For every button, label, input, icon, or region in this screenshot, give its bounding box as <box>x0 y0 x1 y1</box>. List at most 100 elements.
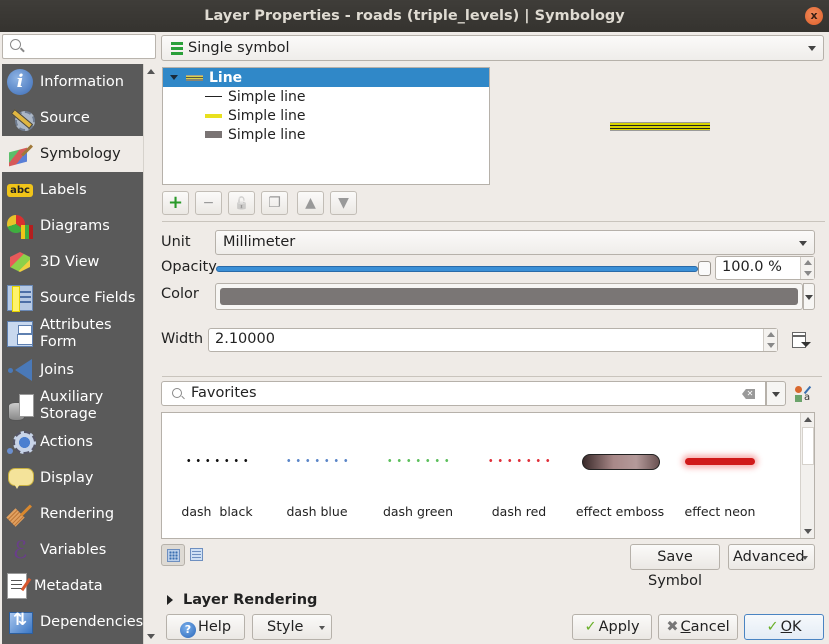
sidebar-item-symbology[interactable]: Symbology <box>2 136 143 172</box>
grid-icon <box>167 549 180 562</box>
duplicate-layer-button[interactable]: ❐ <box>261 191 288 215</box>
symbol-layer-label: Simple line <box>228 107 306 124</box>
sidebar: i Information Source Symbology abc Label… <box>0 32 160 644</box>
dash-line-preview <box>184 459 250 462</box>
rendering-icon <box>7 501 33 527</box>
sidebar-item-joins[interactable]: Joins <box>2 352 143 388</box>
save-symbol-button[interactable]: Save Symbol <box>630 544 720 589</box>
clear-icon[interactable]: ✕ <box>742 389 755 399</box>
symbol-layer-item[interactable]: Simple line <box>163 87 489 106</box>
icon-view-button[interactable] <box>161 544 185 566</box>
gallery-scrollbar[interactable] <box>800 413 814 538</box>
symbol-gallery: dash black dash blue dash green dash red… <box>161 412 815 539</box>
sidebar-item-information[interactable]: i Information <box>2 64 143 100</box>
help-button[interactable]: ? Help <box>166 614 245 640</box>
sidebar-item-label: Joins <box>40 362 74 378</box>
list-view-button[interactable] <box>185 544 209 566</box>
layer-rendering-toggle[interactable]: Layer Rendering <box>167 592 317 608</box>
symbol-group-dropdown[interactable] <box>766 381 786 406</box>
sidebar-item-rendering[interactable]: Rendering <box>2 496 143 532</box>
sidebar-search-input[interactable] <box>2 34 156 59</box>
symbol-tree-root[interactable]: Line <box>163 68 489 87</box>
opacity-spinbox[interactable]: 100.0 % <box>715 256 815 280</box>
expand-arrow-icon[interactable] <box>170 75 178 80</box>
symbol-item-dash-red[interactable]: dash red <box>474 421 564 531</box>
apply-button[interactable]: ✓ Apply <box>572 614 652 640</box>
sidebar-item-metadata[interactable]: Metadata <box>2 568 143 604</box>
symbol-thumbnail <box>172 421 262 501</box>
symbol-layer-label: Simple line <box>228 126 306 143</box>
help-icon: ? <box>179 622 196 638</box>
advanced-button[interactable]: Advanced <box>728 544 815 570</box>
style-button[interactable]: Style <box>252 614 332 640</box>
opacity-slider[interactable] <box>216 266 698 272</box>
scroll-down-icon[interactable] <box>147 634 155 639</box>
symbol-item-dash-blue[interactable]: dash blue <box>272 421 362 531</box>
symbol-item-effect-neon[interactable]: effect neon <box>675 421 765 531</box>
expand-arrow-icon <box>167 595 173 605</box>
sidebar-scrollbar[interactable] <box>143 64 157 644</box>
sidebar-item-variables[interactable]: ℰ Variables <box>2 532 143 568</box>
sidebar-item-3d-view[interactable]: 3D View <box>2 244 143 280</box>
sidebar-item-actions[interactable]: Actions <box>2 424 143 460</box>
remove-symbol-layer-button[interactable]: − <box>195 191 222 215</box>
close-button[interactable]: x <box>805 7 823 25</box>
spin-arrows-icon[interactable] <box>763 329 777 351</box>
sidebar-item-source[interactable]: Source <box>2 100 143 136</box>
3d-view-icon <box>7 249 33 275</box>
data-defined-override-icon[interactable] <box>788 330 812 350</box>
minus-icon: − <box>202 195 215 211</box>
scroll-up-icon[interactable] <box>804 417 812 422</box>
sidebar-item-auxiliary-storage[interactable]: Auxiliary Storage <box>2 388 143 424</box>
metadata-icon <box>7 573 27 599</box>
scroll-up-icon[interactable] <box>147 69 155 74</box>
cancel-button[interactable]: ✖ Cancel <box>658 614 738 640</box>
search-icon <box>10 39 21 50</box>
arrow-down-icon: ▼ <box>338 195 349 211</box>
sidebar-item-label: 3D View <box>40 254 100 270</box>
sidebar-item-labels[interactable]: abc Labels <box>2 172 143 208</box>
color-button[interactable] <box>215 283 803 310</box>
symbology-icon <box>7 141 33 167</box>
unit-select[interactable]: Millimeter <box>215 230 815 255</box>
symbol-library-search-value: Favorites <box>191 385 257 401</box>
sidebar-item-label: Display <box>40 470 94 486</box>
symbol-item-dash-black[interactable]: dash black <box>172 421 262 531</box>
ok-mnemonic: O <box>780 619 793 635</box>
lock-layer-button[interactable]: 🔓 <box>228 191 255 215</box>
symbol-layer-item[interactable]: Simple line <box>163 125 489 144</box>
symbol-item-effect-emboss[interactable]: effect emboss <box>575 421 665 531</box>
check-icon: ✓ <box>584 619 597 635</box>
chevron-down-icon <box>808 46 816 51</box>
color-menu-button[interactable] <box>803 283 815 310</box>
symbol-library-search[interactable]: Favorites ✕ <box>161 381 766 406</box>
move-down-button[interactable]: ▼ <box>330 191 357 215</box>
chevron-down-icon <box>319 626 325 630</box>
style-manager-icon[interactable]: a <box>794 385 812 403</box>
apply-label: Apply <box>598 619 640 635</box>
opacity-slider-handle[interactable] <box>698 261 711 276</box>
scrollbar-thumb[interactable] <box>802 427 814 465</box>
dash-line-preview <box>486 459 552 462</box>
scroll-down-icon[interactable] <box>804 529 812 534</box>
single-symbol-icon <box>171 42 183 56</box>
sidebar-item-dependencies[interactable]: Dependencies <box>2 604 143 640</box>
sidebar-item-diagrams[interactable]: Diagrams <box>2 208 143 244</box>
symbol-layer-item[interactable]: Simple line <box>163 106 489 125</box>
sidebar-item-source-fields[interactable]: Source Fields <box>2 280 143 316</box>
ok-button[interactable]: ✓ OK <box>744 614 824 640</box>
width-value: 2.10000 <box>215 331 275 347</box>
sidebar-item-label: Information <box>40 74 124 90</box>
sidebar-item-label: Dependencies <box>40 614 143 630</box>
spin-arrows-icon[interactable] <box>800 257 814 279</box>
sidebar-item-attributes-form[interactable]: Attributes Form <box>2 316 143 352</box>
renderer-type-select[interactable]: Single symbol <box>161 35 824 61</box>
add-symbol-layer-button[interactable]: + <box>162 191 189 215</box>
symbol-item-dash-green[interactable]: dash green <box>373 421 463 531</box>
sidebar-item-display[interactable]: Display <box>2 460 143 496</box>
width-spinbox[interactable]: 2.10000 <box>208 328 778 352</box>
source-icon <box>7 105 35 131</box>
symbol-tree-root-label: Line <box>209 69 243 86</box>
move-up-button[interactable]: ▲ <box>297 191 324 215</box>
opacity-value: 100.0 % <box>722 259 782 275</box>
